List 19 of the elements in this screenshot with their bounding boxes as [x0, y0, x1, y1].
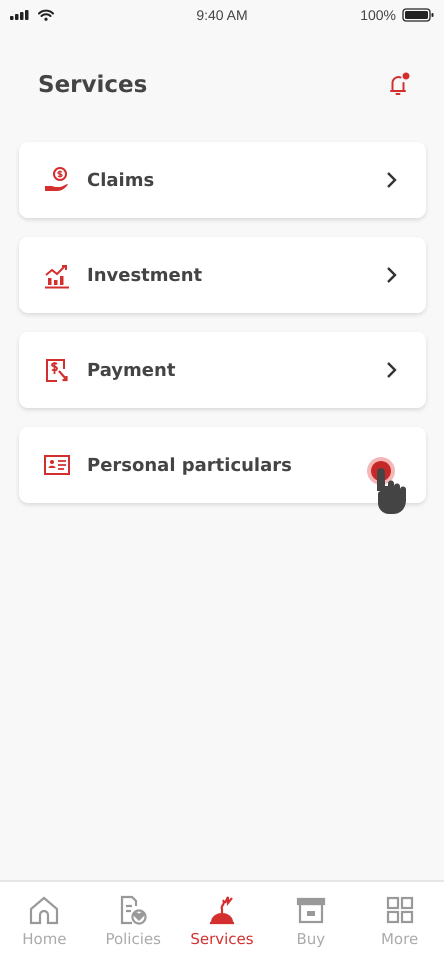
service-label: Investment: [87, 264, 204, 286]
chevron-right-icon: [386, 361, 398, 379]
status-time: 9:40 AM: [196, 7, 248, 23]
service-card[interactable]: Personal particulars: [19, 427, 426, 503]
service-card[interactable]: Investment: [19, 237, 426, 313]
service-label: Payment: [87, 360, 176, 380]
chevron-right-icon: [386, 266, 398, 284]
wifi-icon: [38, 9, 54, 21]
service-label: Claims: [87, 170, 156, 190]
service-card[interactable]: Payment: [19, 332, 426, 408]
chevron-right-icon: [386, 171, 398, 189]
battery-percent: 100%: [360, 7, 396, 23]
service-label: Personal particulars: [87, 454, 293, 476]
nav-tab[interactable]: Services: [182, 894, 262, 948]
page-title: Services: [38, 72, 148, 98]
signal-icon: [10, 10, 30, 20]
battery-icon: [402, 8, 434, 22]
service-card[interactable]: Claims: [19, 142, 426, 218]
hand-coin-icon: [43, 166, 71, 194]
